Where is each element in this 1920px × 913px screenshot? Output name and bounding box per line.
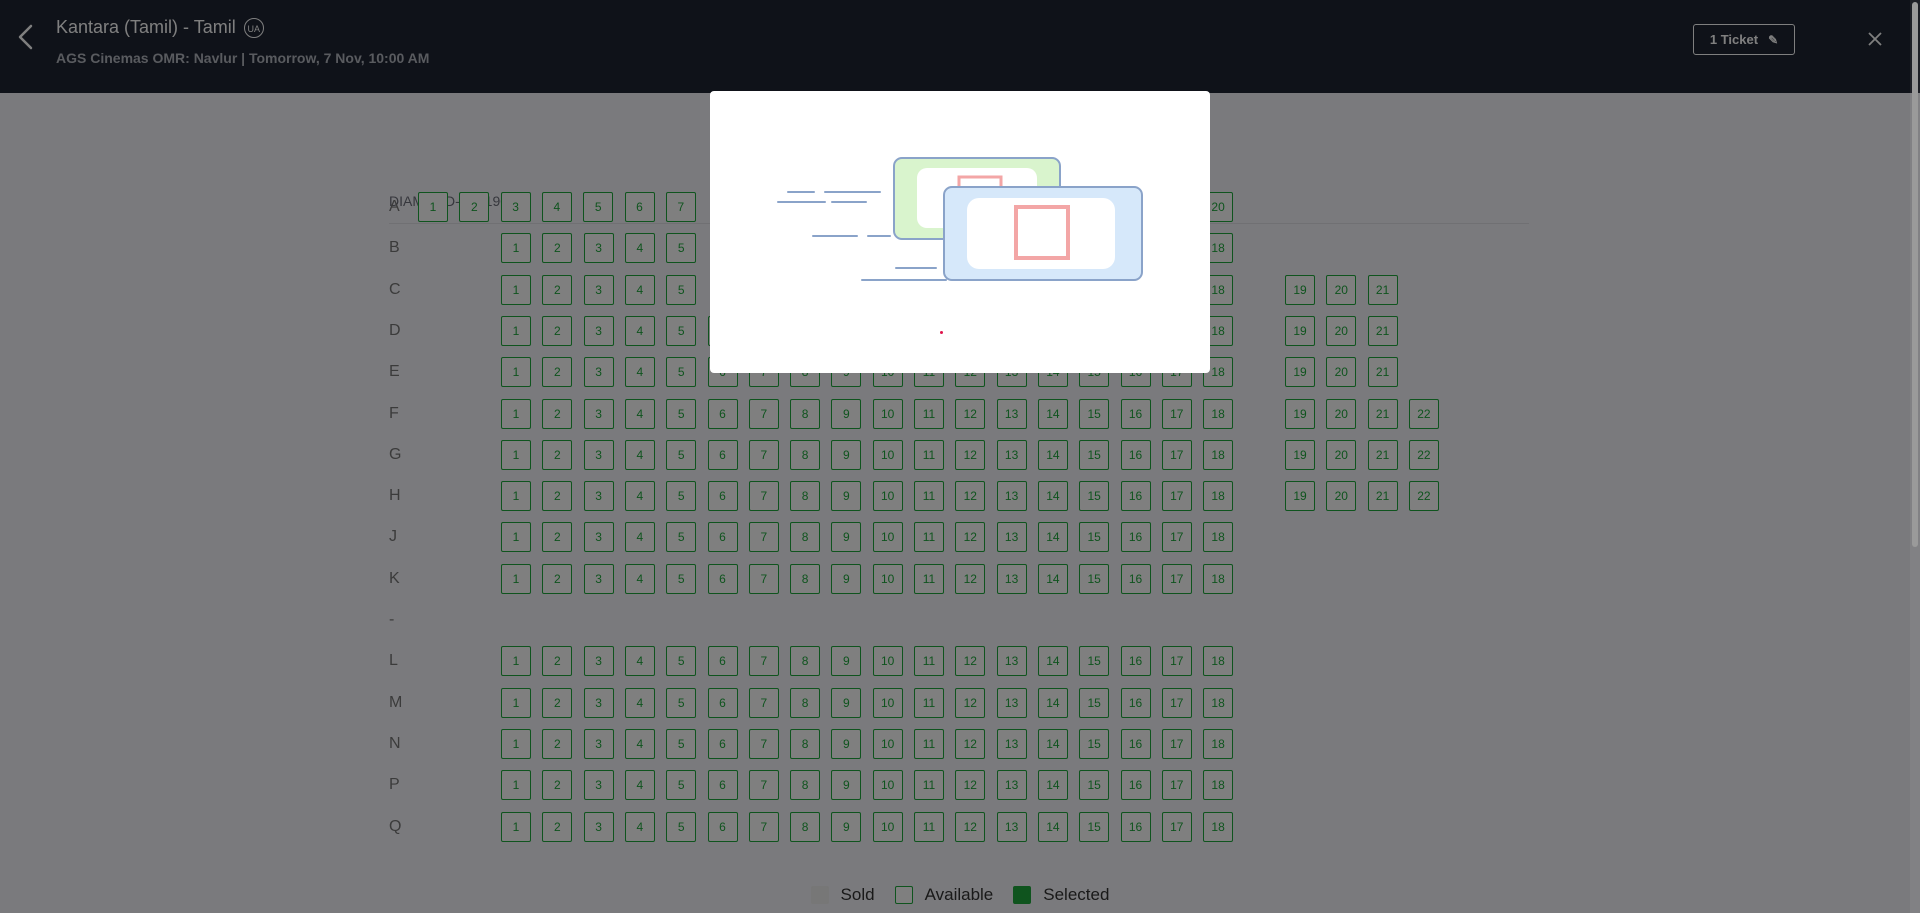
loading-indicator: [940, 331, 943, 334]
ticket-illustration: [777, 157, 1143, 281]
loading-modal: [710, 91, 1210, 373]
scrollbar-thumb[interactable]: [1912, 2, 1918, 547]
